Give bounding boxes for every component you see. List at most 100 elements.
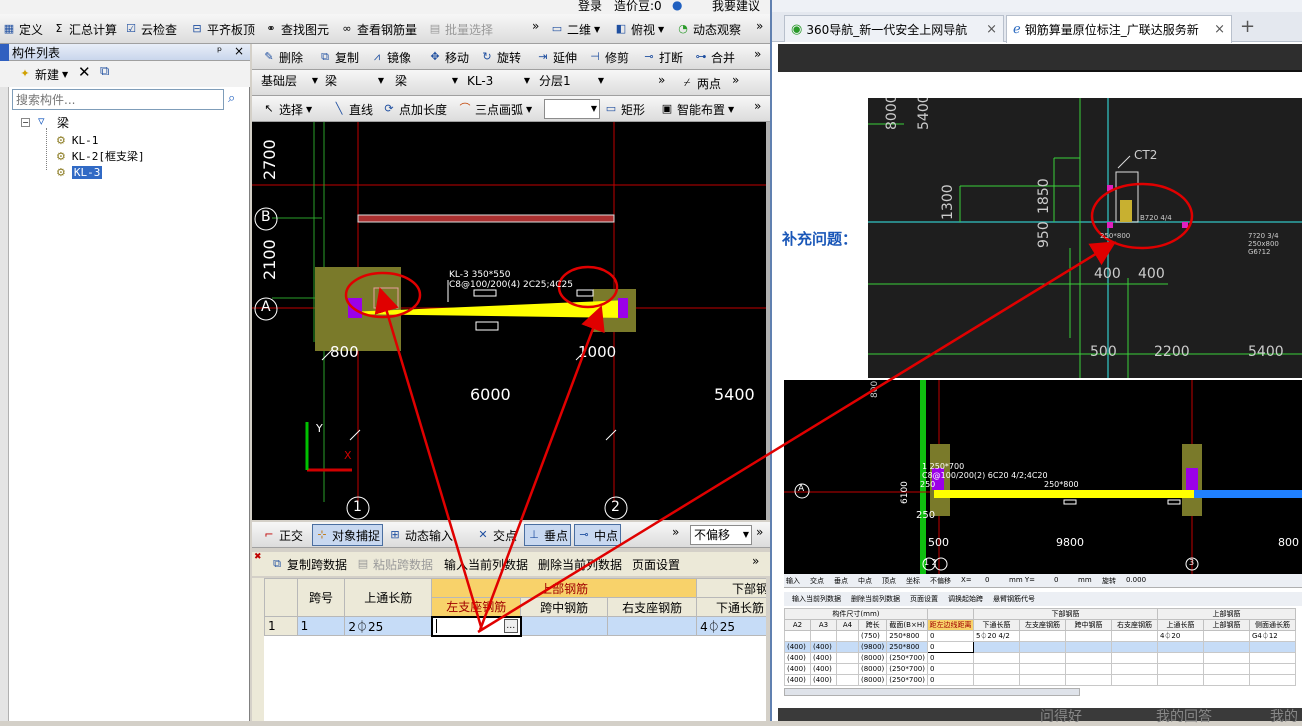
mini-table-cell[interactable] bbox=[1202, 663, 1250, 675]
snap-overflow-icon-2[interactable]: » bbox=[756, 525, 763, 539]
extend-button[interactable]: ⇥ 延伸 bbox=[536, 47, 577, 67]
mini-table-cell[interactable]: 250*800 bbox=[886, 641, 928, 653]
mini-toolbar-item[interactable]: 输入 bbox=[786, 576, 800, 586]
two-point-button[interactable]: ⌿ 两点 bbox=[680, 73, 721, 93]
offset-select[interactable]: 不偏移 ▼ bbox=[690, 525, 752, 545]
intersect-snap-toggle[interactable]: ✕ 交点 bbox=[476, 525, 517, 545]
mini-table-cell[interactable]: (250*700) bbox=[886, 674, 928, 686]
mini-toolbar-item[interactable]: mm Y= bbox=[1009, 576, 1035, 584]
delete-icon[interactable]: ✕ bbox=[78, 63, 91, 81]
delete-button[interactable]: ✎ 删除 bbox=[262, 47, 303, 67]
select-tool-button[interactable]: ↖ 选择 ▼ bbox=[262, 99, 312, 119]
mini-table-cell[interactable] bbox=[1110, 630, 1158, 642]
mini-table-row[interactable]: (400) (400) (8000) (250*700) 0 bbox=[784, 674, 1296, 686]
mini-table-cell[interactable] bbox=[836, 674, 859, 686]
arc3-button[interactable]: ⌒ 三点画弧 ▼ bbox=[458, 99, 533, 119]
mini-table-cell[interactable]: 250*800 bbox=[886, 630, 928, 642]
mini-table-cell[interactable]: (8000) bbox=[857, 674, 888, 686]
flush-slab-button[interactable]: ⊟ 平齐板顶 bbox=[190, 19, 255, 39]
mini-table-cell[interactable] bbox=[1110, 652, 1158, 664]
mini-table-cell[interactable] bbox=[836, 641, 859, 653]
merge-button[interactable]: ⊶ 合并 bbox=[694, 47, 736, 67]
mini-toolbar-item[interactable]: 0.000 bbox=[1126, 576, 1146, 584]
pin-icon[interactable]: ᵖ bbox=[217, 44, 222, 58]
break-button[interactable]: ⊸ 打断 bbox=[642, 47, 683, 67]
mini-table-cell[interactable] bbox=[1018, 663, 1066, 675]
tab-360[interactable]: ◉ 360导航_新一代安全上网导航 × bbox=[784, 15, 1004, 42]
copy-button[interactable]: ⧉ 复制 bbox=[318, 47, 359, 67]
mini-table-cell[interactable]: (250*700) bbox=[886, 652, 928, 664]
table-row[interactable]: 1 1 2⏀25 … 4⏀25 bbox=[264, 615, 766, 637]
input-column-button[interactable]: 输入当前列数据 bbox=[444, 554, 528, 574]
mini-table-cell[interactable]: (400) bbox=[810, 663, 837, 675]
mini-table-cell[interactable] bbox=[1248, 674, 1296, 686]
mini-table-cell[interactable]: 0 bbox=[926, 663, 974, 675]
close-tab-icon[interactable]: × bbox=[986, 22, 997, 37]
mini-toolbar-item[interactable]: 0 bbox=[1054, 576, 1058, 584]
mini-table-cell[interactable] bbox=[810, 630, 837, 642]
mini-table-cell[interactable] bbox=[1248, 663, 1296, 675]
copy-icon[interactable]: ⧉ bbox=[100, 64, 109, 79]
tree-collapse-icon[interactable]: − bbox=[21, 118, 30, 127]
mini-table-cell[interactable]: (400) bbox=[784, 641, 811, 653]
new-component-button[interactable]: ✦ 新建 ▼ bbox=[18, 64, 68, 84]
tree-item-kl1[interactable]: ⚙ KL-1 bbox=[46, 132, 98, 148]
mini-toolbar-item[interactable]: 垂点 bbox=[834, 576, 848, 586]
mini-toolbar-item[interactable]: 交点 bbox=[810, 576, 824, 586]
snap-overflow-icon[interactable]: » bbox=[672, 525, 679, 539]
login-link[interactable]: 登录 bbox=[578, 0, 602, 14]
mini-toolbar-item[interactable]: 旋转 bbox=[1102, 576, 1116, 586]
mini-toolbar-item[interactable]: 0 bbox=[985, 576, 989, 584]
mini-table-cell[interactable] bbox=[1064, 663, 1112, 675]
tree-item-kl3[interactable]: ⚙ KL-3 bbox=[46, 164, 103, 180]
right-support-cell[interactable] bbox=[607, 616, 698, 636]
mini-table-cell[interactable] bbox=[1156, 652, 1204, 664]
mini-table-cell[interactable]: (750) bbox=[857, 630, 888, 642]
mini-table-cell[interactable] bbox=[1064, 630, 1112, 642]
search-component-input[interactable] bbox=[12, 89, 224, 110]
mini-table-cell[interactable]: (400) bbox=[784, 674, 811, 686]
mini-toolbar2-item[interactable]: 输入当前列数据 bbox=[792, 594, 841, 604]
left-support-cell[interactable]: … bbox=[430, 615, 522, 637]
mini-table-cell[interactable] bbox=[972, 674, 1020, 686]
trim-button[interactable]: ⊣ 修剪 bbox=[588, 47, 629, 67]
mini-table-cell[interactable] bbox=[1202, 630, 1250, 642]
view-mode-dropdown[interactable]: ◧ 俯视 ▼ bbox=[614, 19, 664, 39]
mini-table-cell[interactable] bbox=[1110, 674, 1158, 686]
mini-table-cell[interactable]: (400) bbox=[810, 674, 837, 686]
mini-table-cell[interactable] bbox=[1202, 674, 1250, 686]
mini-toolbar2-item[interactable]: 删除当前列数据 bbox=[851, 594, 900, 604]
mini-table-cell[interactable] bbox=[1018, 630, 1066, 642]
define-button[interactable]: ▦ 定义 bbox=[2, 19, 43, 39]
mini-toolbar-item[interactable]: 中点 bbox=[858, 576, 872, 586]
new-tab-button[interactable]: + bbox=[1240, 16, 1255, 37]
mini-table-cell[interactable]: 0 bbox=[926, 630, 974, 642]
mid-span-cell[interactable] bbox=[520, 616, 609, 636]
mini-table-row[interactable]: (400) (400) (8000) (250*700) 0 bbox=[784, 663, 1296, 675]
copy-span-button[interactable]: ⧉ 复制跨数据 bbox=[270, 554, 347, 574]
mini-table-cell[interactable]: (400) bbox=[810, 641, 837, 653]
dim-mode-dropdown[interactable]: ▭ 二维 ▼ bbox=[550, 19, 600, 39]
top-long-cell[interactable]: 2⏀25 bbox=[344, 616, 433, 636]
mini-table-cell[interactable] bbox=[1156, 674, 1204, 686]
tab-active[interactable]: ℯ 钢筋算量原位标注_广联达服务新 × bbox=[1006, 15, 1232, 43]
toolbar-overflow-icon-2[interactable]: » bbox=[756, 19, 763, 33]
table-overflow-icon[interactable]: » bbox=[752, 554, 759, 568]
view-rebar-button[interactable]: ∞ 查看钢筋量 bbox=[340, 19, 417, 39]
mini-table-cell[interactable]: (9800) bbox=[857, 641, 888, 653]
perp-snap-toggle[interactable]: ⊥ 垂点 bbox=[524, 524, 572, 546]
layer-overflow-icon-2[interactable]: » bbox=[732, 73, 739, 87]
mini-table-row[interactable]: (400) (400) (9800) 250*800 0 bbox=[784, 641, 1296, 653]
mini-table-cell[interactable] bbox=[1156, 641, 1204, 653]
suggest-link[interactable]: 我要建议 bbox=[712, 0, 760, 14]
mini-table-cell[interactable] bbox=[1202, 641, 1250, 653]
mini-toolbar2-item[interactable]: 页面设置 bbox=[910, 594, 938, 604]
bottom-strip-label[interactable]: 我的 bbox=[1270, 706, 1298, 726]
mini-table-cell[interactable]: (400) bbox=[784, 652, 811, 664]
rotate-button[interactable]: ↻ 旋转 bbox=[480, 47, 521, 67]
bottom-strip-label[interactable]: 我的回答 bbox=[1156, 706, 1212, 726]
mini-table-cell[interactable] bbox=[784, 630, 811, 642]
ellipsis-button[interactable]: … bbox=[503, 618, 518, 633]
mini-table-cell[interactable] bbox=[972, 663, 1020, 675]
cloud-check-button[interactable]: ☑ 云检查 bbox=[124, 19, 177, 39]
